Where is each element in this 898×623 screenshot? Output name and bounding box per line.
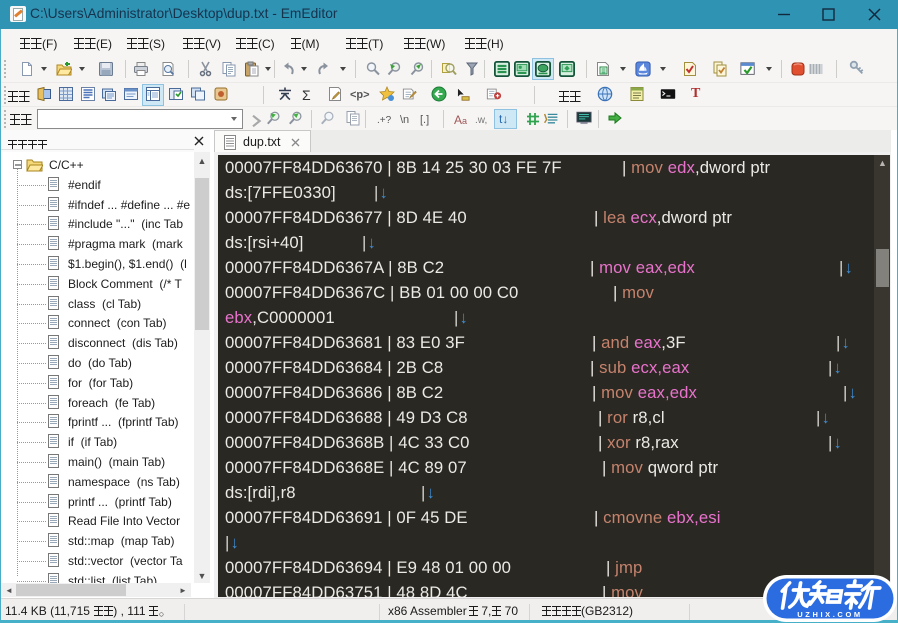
- svg-text:UZHIX.COM: UZHIX.COM: [797, 610, 862, 619]
